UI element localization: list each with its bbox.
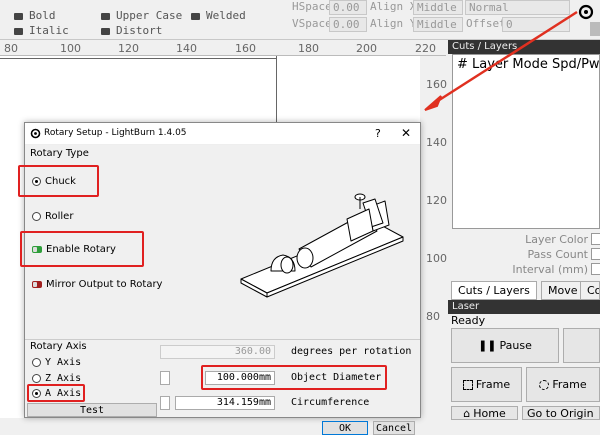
dialog-title: Rotary Setup - LightBurn 1.4.05 bbox=[44, 128, 187, 138]
circumference-label: Circumference bbox=[291, 397, 370, 408]
interval-label: Interval (mm) bbox=[512, 263, 588, 276]
toggle-off-icon bbox=[32, 281, 42, 288]
align-x-label: Align X bbox=[370, 0, 417, 13]
frame-icon bbox=[462, 379, 473, 390]
pass-count-field[interactable] bbox=[591, 248, 600, 260]
frame-button[interactable]: Frame bbox=[451, 367, 522, 402]
radio-selected-icon bbox=[32, 389, 41, 398]
toggle-on-icon bbox=[32, 246, 42, 253]
chuck-rotary-illustration bbox=[240, 193, 404, 298]
diameter-spinner[interactable] bbox=[160, 371, 170, 385]
ruler-label: 120 bbox=[118, 42, 139, 55]
ruler-label: 100 bbox=[60, 42, 81, 55]
annotation-arrow bbox=[424, 10, 578, 111]
stop-button[interactable] bbox=[563, 328, 600, 363]
layer-color-label: Layer Color bbox=[525, 233, 588, 246]
layer-color-field[interactable] bbox=[591, 233, 600, 245]
upper-case-checkbox[interactable]: Upper Case bbox=[101, 9, 182, 22]
vspace-input[interactable]: 0.00 bbox=[329, 17, 367, 32]
rotary-type-label: Rotary Type bbox=[30, 148, 89, 159]
distort-checkbox[interactable]: Distort bbox=[101, 24, 162, 37]
roller-radio[interactable]: Roller bbox=[32, 211, 73, 222]
ruler-label: 120 bbox=[426, 194, 447, 207]
z-axis-radio[interactable]: Z Axis bbox=[32, 373, 81, 384]
welded-checkbox[interactable]: Welded bbox=[191, 9, 246, 22]
close-button[interactable]: ✕ bbox=[401, 126, 411, 140]
ruler-label: 80 bbox=[426, 310, 440, 323]
pause-button[interactable]: ❚❚ Pause bbox=[451, 328, 559, 363]
object-diameter-input[interactable]: 100.000mm bbox=[205, 371, 275, 385]
hspace-label: HSpace bbox=[292, 0, 332, 13]
radio-unselected-icon bbox=[32, 374, 41, 383]
pause-icon: ❚❚ bbox=[478, 339, 497, 352]
test-button[interactable]: Test bbox=[27, 403, 157, 417]
ruler-top: 80 100 120 140 160 180 200 220 bbox=[0, 40, 446, 56]
ruler-label: 80 bbox=[4, 42, 18, 55]
radio-selected-icon bbox=[32, 177, 41, 186]
y-axis-radio[interactable]: Y Axis bbox=[32, 357, 81, 368]
ruler-label: 180 bbox=[298, 42, 319, 55]
lightburn-logo-icon bbox=[30, 128, 41, 139]
a-axis-radio[interactable]: A Axis bbox=[32, 388, 81, 399]
ruler-label: 140 bbox=[426, 136, 447, 149]
mirror-output-toggle[interactable]: Mirror Output to Rotary bbox=[32, 279, 162, 290]
hspace-input[interactable]: 0.00 bbox=[329, 0, 367, 15]
dialog-body: Rotary Type Chuck Roller Enable Rotary M… bbox=[18, 145, 420, 435]
bold-checkbox[interactable]: Bold bbox=[14, 9, 56, 22]
rotary-axis-label: Rotary Axis bbox=[30, 341, 87, 352]
ruler-label: 200 bbox=[356, 42, 377, 55]
pass-count-label: Pass Count bbox=[527, 248, 588, 261]
circle-frame-icon bbox=[539, 379, 550, 390]
align-y-label: Align Y bbox=[370, 17, 417, 30]
laser-status: Ready bbox=[451, 314, 486, 327]
rotary-setup-dialog: Rotary Setup - LightBurn 1.4.05 ? ✕ Rota… bbox=[18, 122, 421, 435]
radio-unselected-icon bbox=[32, 212, 41, 221]
circumference-spinner[interactable] bbox=[160, 396, 170, 410]
help-button[interactable]: ? bbox=[375, 127, 381, 140]
object-diameter-label: Object Diameter bbox=[291, 372, 382, 383]
degrees-per-rotation-input[interactable]: 360.00 bbox=[160, 345, 275, 359]
ruler-label: 160 bbox=[235, 42, 256, 55]
tab-move[interactable]: Move bbox=[541, 281, 585, 300]
laser-panel-title: Laser bbox=[448, 300, 600, 314]
tab-cuts-layers[interactable]: Cuts / Layers bbox=[451, 281, 537, 300]
chuck-radio[interactable]: Chuck bbox=[32, 176, 76, 187]
tab-console[interactable]: Con bbox=[580, 281, 600, 300]
dialog-titlebar[interactable]: Rotary Setup - LightBurn 1.4.05 ? ✕ bbox=[25, 123, 420, 145]
circumference-input[interactable]: 314.159mm bbox=[175, 396, 275, 410]
interval-field[interactable] bbox=[591, 263, 600, 275]
ruler-label: 100 bbox=[426, 252, 447, 265]
ok-button[interactable]: OK bbox=[322, 421, 368, 435]
radio-unselected-icon bbox=[32, 358, 41, 367]
circle-frame-button[interactable]: Frame bbox=[526, 367, 600, 402]
italic-checkbox[interactable]: Italic bbox=[14, 24, 69, 37]
divider bbox=[25, 339, 420, 340]
ruler-label: 140 bbox=[176, 42, 197, 55]
enable-rotary-toggle[interactable]: Enable Rotary bbox=[32, 244, 116, 255]
cancel-button[interactable]: Cancel bbox=[373, 421, 415, 435]
degrees-per-rotation-label: degrees per rotation bbox=[291, 346, 412, 357]
workspace-border bbox=[0, 58, 276, 59]
workspace-border bbox=[276, 56, 277, 126]
vspace-label: VSpace bbox=[292, 17, 332, 30]
